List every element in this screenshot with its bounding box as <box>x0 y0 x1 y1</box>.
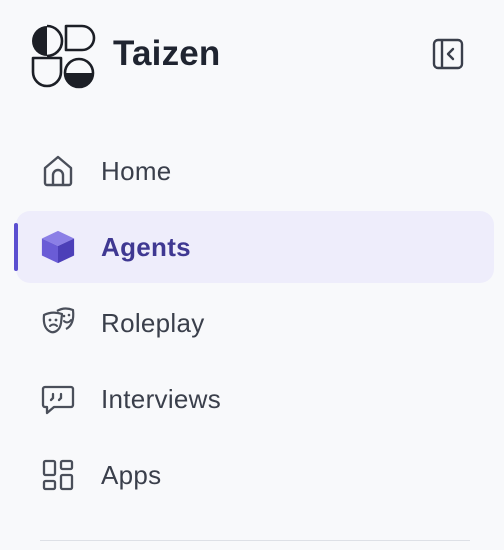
active-indicator <box>14 223 18 271</box>
sidebar-item-label: Apps <box>101 459 162 490</box>
sidebar-item-apps[interactable]: Apps <box>16 439 494 511</box>
sidebar-item-agents[interactable]: Agents <box>14 211 494 283</box>
sidebar-item-roleplay[interactable]: Roleplay <box>16 287 494 359</box>
sidebar-item-label: Roleplay <box>101 307 205 338</box>
collapse-sidebar-button[interactable] <box>426 34 470 78</box>
sidebar-nav: Home Agents Roleplay Interviews Apps <box>14 135 494 515</box>
sidebar-item-interviews[interactable]: Interviews <box>16 363 494 435</box>
apps-grid-icon <box>40 457 76 493</box>
cube-icon <box>40 229 76 265</box>
sidebar-item-label: Interviews <box>101 383 222 414</box>
sidebar-item-home[interactable]: Home <box>16 135 494 207</box>
sidebar-header: Taizen <box>0 0 504 112</box>
home-icon <box>40 153 76 189</box>
app-title: Taizen <box>113 34 221 73</box>
chat-quote-icon <box>40 381 76 417</box>
sidebar-item-label: Home <box>101 155 172 186</box>
sidebar: Taizen Home Agents Roleplay Interviews A… <box>0 0 504 550</box>
sidebar-item-label: Agents <box>101 231 191 262</box>
taizen-logo-icon[interactable] <box>30 24 96 90</box>
theater-masks-icon <box>40 305 76 341</box>
sidebar-divider <box>40 540 470 541</box>
sidebar-collapse-icon <box>431 37 465 76</box>
